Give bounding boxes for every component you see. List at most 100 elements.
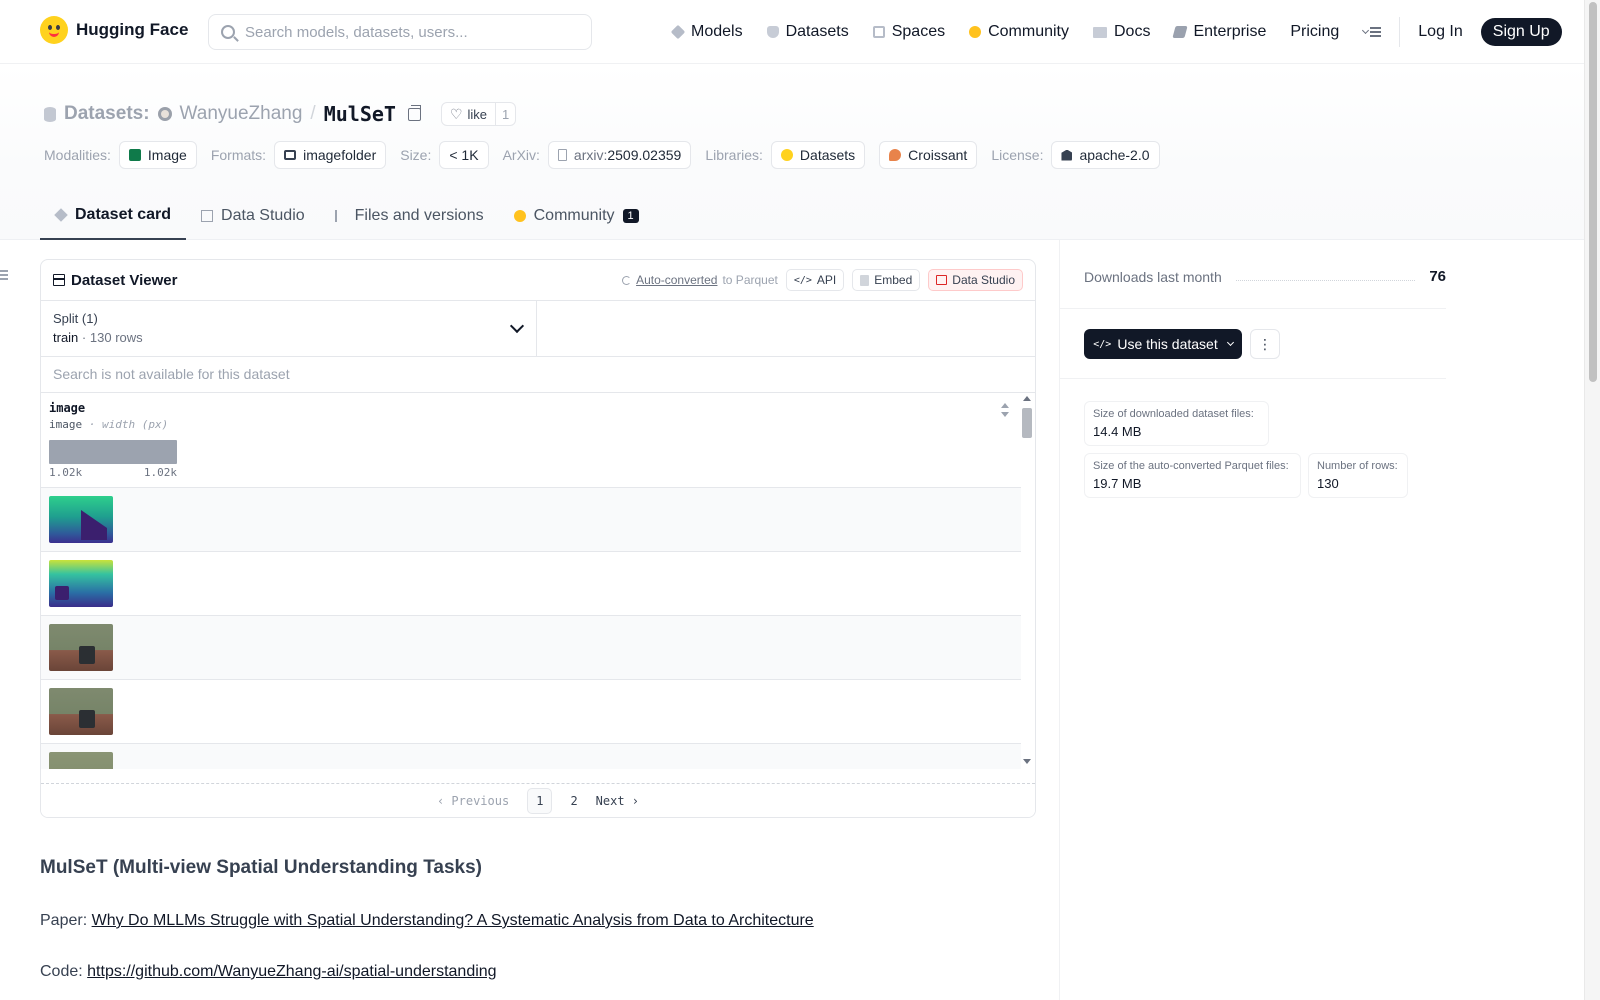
like-count[interactable]: 1 [495,103,515,125]
api-button[interactable]: </> API [785,269,845,291]
search-unavailable: Search is not available for this dataset [41,357,1035,393]
tag-label: Croissant [908,147,968,163]
tag-library-datasets[interactable]: Datasets [770,141,866,169]
viewer-title-text: Dataset Viewer [71,271,178,289]
tab-community[interactable]: Community 1 [499,192,654,239]
data-studio-button[interactable]: Data Studio [928,269,1023,291]
code-link[interactable]: https://github.com/WanyueZhang-ai/spatia… [87,963,496,980]
scroll-up-icon[interactable] [1023,396,1031,401]
repo-name[interactable]: MulSeT [324,102,396,126]
paper-link[interactable]: Why Do MLLMs Struggle with Spatial Under… [92,912,814,929]
split-name: train [53,330,79,345]
nav-models[interactable]: Models [660,14,755,50]
column-name: image [49,401,86,415]
page-2-button[interactable]: 2 [570,794,577,808]
next-label: Next [595,793,625,808]
copy-icon[interactable] [407,104,421,121]
image-thumbnail[interactable] [49,624,113,671]
embed-icon [860,274,870,286]
tag-label: apache-2.0 [1079,147,1150,163]
tag-format-imagefolder[interactable]: imagefolder [274,141,387,169]
tab-label: Dataset card [75,206,172,223]
breadcrumb: Datasets: WanyueZhang / MulSeT ♡ like 1 [44,102,517,126]
tag-modality-image[interactable]: Image [118,141,197,169]
nav-community-label: Community [988,23,1069,40]
stat-value: 130 [1317,476,1339,491]
card-heading: MulSeT (Multi-view Spatial Understanding… [40,857,482,878]
tab-files[interactable]: Files and versions [320,192,499,239]
libraries-label: Libraries: [705,147,763,163]
viewer-scrollbar[interactable] [1021,394,1033,766]
tag-library-croissant[interactable]: Croissant [879,141,978,169]
card-icon [54,208,68,222]
login-button[interactable]: Log In [1406,23,1474,41]
croissant-icon [889,149,902,161]
stat-download-size: Size of downloaded dataset files: 14.4 M… [1084,401,1269,446]
image-thumbnail[interactable] [49,752,113,769]
like-widget: ♡ like 1 [440,102,517,126]
scroll-down-icon[interactable] [1023,759,1031,764]
breadcrumb-section[interactable]: Datasets: [64,103,150,125]
split-selector-row: Split (1) train · 130 rows [41,301,1035,357]
nav-pricing[interactable]: Pricing [1278,14,1351,50]
previous-page-button[interactable]: ‹ Previous [437,794,509,808]
search-input[interactable] [245,23,565,41]
image-thumbnail[interactable] [49,560,113,607]
downloads-sparkline [1235,273,1416,281]
nav-models-label: Models [691,23,743,40]
width-histogram[interactable] [49,440,177,464]
tag-license[interactable]: apache-2.0 [1051,141,1160,169]
sidebar-separator [1060,378,1446,379]
image-thumbnail[interactable] [49,688,113,735]
tag-size[interactable]: < 1K [439,141,489,169]
page-scrollbar[interactable] [1584,0,1600,1000]
api-label: API [816,273,837,287]
stat-label: Size of the auto-converted Parquet files… [1093,460,1289,472]
tab-data-studio[interactable]: Data Studio [186,192,320,239]
page-scroll-thumb[interactable] [1589,2,1597,382]
repo-header: Datasets: WanyueZhang / MulSeT ♡ like 1 … [0,64,1584,240]
nav-enterprise[interactable]: Enterprise [1162,14,1278,50]
community-icon [969,26,982,38]
menu-icon[interactable] [1363,26,1382,38]
nav-datasets[interactable]: Datasets [755,14,861,50]
nav-docs[interactable]: Docs [1081,14,1162,50]
split-rows: 130 rows [89,330,143,345]
column-header-image: image image · width (px) 1.02k 1.02k [41,393,1021,488]
nav-spaces[interactable]: Spaces [861,14,957,50]
page-1-button[interactable]: 1 [527,787,553,814]
split-select[interactable]: Split (1) train · 130 rows [41,301,537,356]
tag-arxiv[interactable]: arxiv:2509.02359 [547,141,692,169]
brand-link[interactable]: Hugging Face [40,16,188,44]
to-parquet-text: to Parquet [722,273,778,287]
stat-parquet-size: Size of the auto-converted Parquet files… [1084,453,1301,498]
image-thumbnail[interactable] [49,496,113,543]
models-icon [670,24,686,40]
scroll-thumb[interactable] [1022,408,1032,438]
more-options-button[interactable]: ⋮ [1250,329,1280,359]
like-button[interactable]: ♡ like [442,106,495,123]
sidebar-divider [1059,240,1060,1000]
table-icon [201,209,214,222]
breadcrumb-user[interactable]: WanyueZhang [180,103,303,125]
paper-label: Paper: [40,912,88,929]
kebab-icon: ⋮ [1258,335,1272,352]
toc-toggle-icon[interactable] [0,270,8,280]
stat-value: 14.4 MB [1093,424,1142,439]
sort-icon[interactable] [1001,403,1009,417]
global-search[interactable] [208,14,592,50]
arxiv-label: ArXiv: [502,147,540,163]
tab-dataset-card[interactable]: Dataset card [40,192,187,240]
heart-icon: ♡ [449,105,463,122]
nav-community[interactable]: Community [957,14,1081,50]
chevron-down-icon [1226,338,1234,347]
table-row [41,680,1021,744]
hf-icon [780,149,793,161]
next-page-button[interactable]: Next › [596,794,639,808]
docs-icon [1093,26,1107,38]
auto-converted-link[interactable]: Auto-converted [636,273,717,287]
use-this-dataset-button[interactable]: </> Use this dataset [1084,329,1242,359]
signup-button[interactable]: Sign Up [1480,18,1562,46]
embed-button[interactable]: Embed [852,269,921,291]
community-count-badge: 1 [622,208,639,223]
